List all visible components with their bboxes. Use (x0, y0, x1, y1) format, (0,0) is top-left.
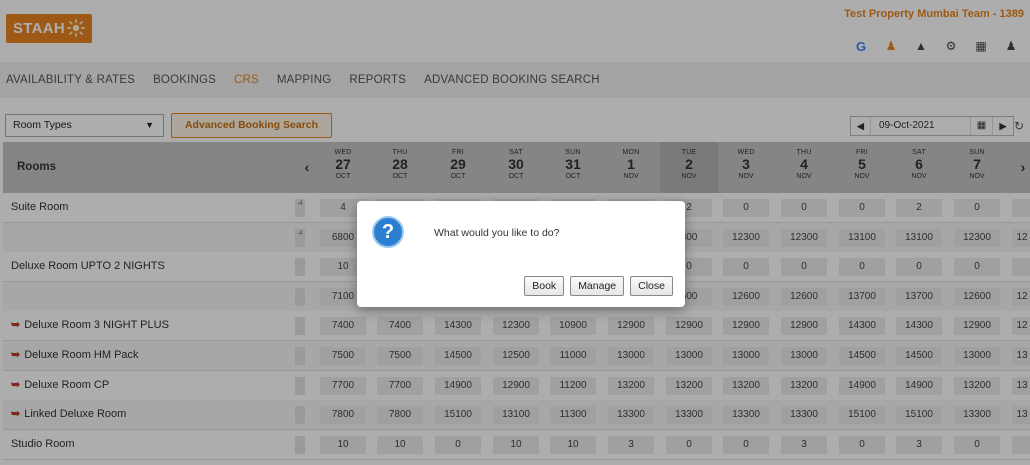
question-icon: ? (372, 216, 404, 248)
dialog-buttons: Book Manage Close (524, 276, 673, 296)
manage-button[interactable]: Manage (570, 276, 625, 296)
close-button[interactable]: Close (630, 276, 673, 296)
action-dialog: ? What would you like to do? Book Manage… (357, 201, 685, 307)
dialog-message: What would you like to do? (434, 227, 560, 239)
book-button[interactable]: Book (524, 276, 565, 296)
